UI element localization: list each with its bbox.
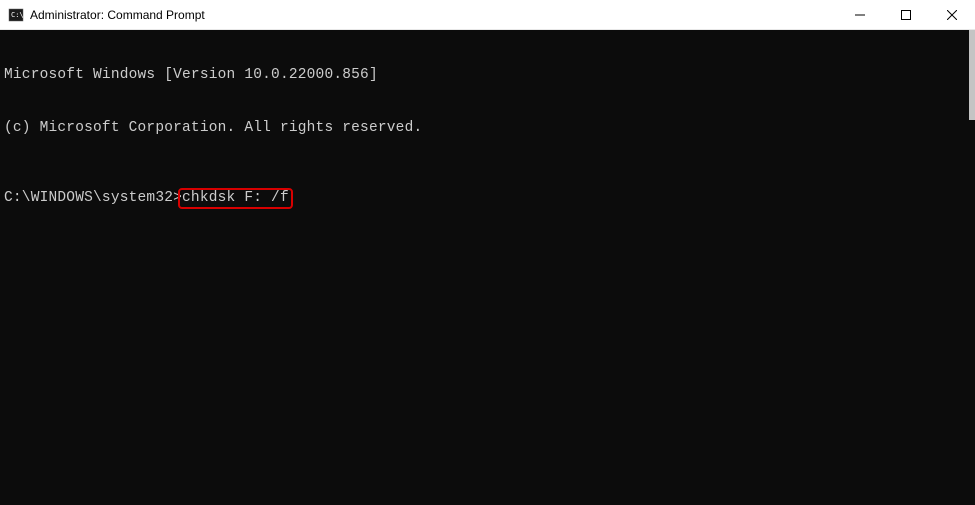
console-line: (c) Microsoft Corporation. All rights re… [4, 120, 975, 138]
vertical-scrollbar[interactable] [969, 30, 975, 120]
console-line: Microsoft Windows [Version 10.0.22000.85… [4, 67, 975, 85]
cmd-icon: C:\ [8, 7, 24, 23]
maximize-button[interactable] [883, 0, 929, 29]
window: C:\ Administrator: Command Prompt Micros… [0, 0, 975, 505]
prompt-line: C:\WINDOWS\system32>chkdsk F: /f [4, 190, 975, 208]
window-title: Administrator: Command Prompt [30, 8, 837, 22]
close-button[interactable] [929, 0, 975, 29]
titlebar[interactable]: C:\ Administrator: Command Prompt [0, 0, 975, 30]
prompt-text: C:\WINDOWS\system32> [4, 190, 182, 206]
minimize-button[interactable] [837, 0, 883, 29]
svg-text:C:\: C:\ [11, 11, 24, 19]
console-area[interactable]: Microsoft Windows [Version 10.0.22000.85… [0, 30, 975, 505]
command-input[interactable]: chkdsk F: /f [182, 190, 289, 208]
window-controls [837, 0, 975, 29]
